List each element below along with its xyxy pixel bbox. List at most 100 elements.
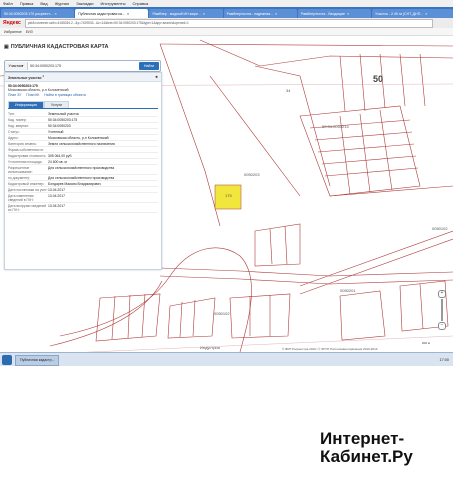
close-icon[interactable]: × [203, 11, 205, 16]
browser-window: Файл Правка Вид Журнал Закладки Инструме… [0, 0, 453, 366]
taskbar: Публичная кадастр... 17:00 [0, 352, 453, 366]
plan-zu-link[interactable]: План ЗУ [8, 93, 21, 97]
browser-logo: Яндекс [3, 20, 21, 26]
find-in-bounds-link[interactable]: Найти в границах объекта [44, 93, 85, 97]
row-key: Кад. номер: [8, 117, 27, 122]
table-row: Дата выгрузки сведений из ГКН: 13.04.2017 [8, 203, 158, 213]
row-value: 305 064,00 руб. [48, 153, 73, 158]
watermark-text: Интернет- Кабинет.Ру [320, 430, 413, 466]
map-label: 34 [286, 88, 291, 93]
browser-tab-active[interactable]: Публичная кадастровая ка... × [75, 9, 149, 18]
tab-label: Рамблер/почта - надежная... [226, 11, 274, 16]
start-button[interactable] [2, 355, 12, 365]
tab-bar: 50:34:0050203:175 росреест... × Публичная… [0, 7, 453, 18]
watermark-line: Интернет- [320, 429, 405, 448]
row-key: Уточненная площадь: [8, 159, 43, 164]
row-value: Учтенный [48, 129, 64, 134]
tab-services[interactable]: Услуги [44, 101, 70, 108]
tab-label: Рамблер/почта - Входящие [300, 11, 345, 16]
panel-header: Земельные участки 1 ★ [5, 73, 161, 82]
close-icon[interactable]: × [127, 11, 129, 16]
close-icon[interactable]: × [55, 11, 57, 16]
map-label: 0050102 [432, 226, 448, 231]
watermark-line: Кабинет.Ру [320, 447, 413, 466]
row-key: Статус: [8, 129, 20, 134]
map-copyright: © ФКП Росреестра 2010 | © ФГУП Ростехинв… [282, 347, 378, 351]
close-icon[interactable]: × [275, 11, 277, 16]
menu-history[interactable]: Журнал [55, 1, 70, 6]
star-icon[interactable]: ★ [155, 75, 158, 79]
tab-label: Публичная кадастровая ка... [78, 11, 125, 16]
row-key: Разрешенное использование: [8, 165, 33, 174]
row-value: Бондарев Максим Владимирович [48, 181, 101, 186]
row-value[interactable]: 50:34:0050203 [48, 123, 158, 128]
address-bar: Яндекс pkk5.rosreestr.ru/#x=4165034.2...… [0, 18, 453, 28]
map-label: 0050203 [244, 172, 260, 177]
browser-tab[interactable]: 50:34:0050203:175 росреест... × [1, 9, 75, 18]
row-value: Московская область, р-н Коломенский [48, 135, 109, 140]
row-value: Для сельскохозяйственного производства [48, 165, 115, 170]
taskbar-window-button[interactable]: Публичная кадастр... [15, 354, 60, 366]
row-value: 50:34:0050203:175 [48, 117, 78, 122]
scale-bar: 200 м [422, 341, 430, 345]
browser-tab[interactable]: Рамблер - модный ИН жари... × [149, 9, 223, 18]
browser-tab[interactable]: Рамблер/почта - Входящие × [297, 9, 372, 18]
plan-kk-link[interactable]: План КК [26, 93, 39, 97]
map-label: Индустрия [200, 345, 220, 350]
row-key: Адрес: [8, 135, 19, 140]
browser-tab[interactable]: Участок - 2.45 га (СНТ, ДНП... × [372, 9, 453, 18]
close-icon[interactable]: × [347, 11, 349, 16]
object-summary: 50:34:0050203:175 Московская область, р-… [5, 82, 161, 99]
menu-view[interactable]: Вид [40, 1, 47, 6]
object-address: Московская область, р-н Коломенский [8, 88, 69, 92]
search-type-label: Участок [8, 64, 22, 68]
table-row: Разрешенное использование: Для сельскохоз… [8, 165, 158, 175]
menu-bar: Файл Правка Вид Журнал Закладки Инструме… [0, 0, 453, 7]
row-value: 13.04.2017 [48, 193, 65, 198]
menu-help[interactable]: Справка [132, 1, 148, 6]
site-title: ПУБЛИЧНАЯ КАДАСТРОВАЯ КАРТА [10, 44, 109, 50]
tab-information[interactable]: Информация [8, 101, 45, 108]
row-key: Дата постановки на учет: [8, 187, 48, 192]
row-value: Земельный участок [48, 111, 79, 116]
bookmark-item[interactable]: ЕИЗ [26, 30, 33, 34]
table-row: Дата изменения сведений в ГКН: 13.04.2017 [8, 193, 158, 203]
row-key: по документу: [8, 175, 31, 180]
close-icon[interactable]: × [425, 11, 427, 16]
row-key: Кадастровая стоимость: [8, 153, 47, 158]
bookmark-item[interactable]: Избранное [4, 30, 22, 34]
tab-label: 50:34:0050203:175 росреест... [4, 11, 53, 16]
row-key: Дата изменения сведений в ГКН: [8, 193, 34, 202]
row-key: Кадастровый инженер: [8, 181, 45, 186]
panel-tabs: Информация Услуги [8, 101, 158, 109]
panel-title: Земельные участки [8, 76, 42, 81]
zone-number: 50 [373, 74, 384, 84]
search-input[interactable] [28, 61, 139, 71]
row-value: 13.04.2017 [48, 203, 65, 208]
zoom-in-button[interactable]: + [438, 290, 446, 298]
browser-tab[interactable]: Рамблер/почта - надежная... × [223, 9, 297, 18]
row-key: Тип: [8, 111, 15, 116]
row-value: 24 600 кв. м [48, 159, 67, 164]
map-icon: ▣ [4, 44, 9, 50]
menu-file[interactable]: Файл [3, 1, 13, 6]
tab-label: Участок - 2.45 га (СНТ, ДНП... [375, 11, 424, 16]
menu-bookmarks[interactable]: Закладки [76, 1, 93, 6]
row-value: Для сельскохозяйственного производства [48, 175, 115, 180]
search-type-select[interactable]: Участок ▾ [5, 62, 28, 70]
result-count: 1 [42, 73, 44, 78]
row-key: Дата выгрузки сведений из ГКН: [8, 203, 47, 212]
tab-label: Рамблер - модный ИН жари... [152, 11, 201, 16]
info-table: Тип: Земельный участок Кад. номер: 50:34:0… [8, 111, 158, 213]
info-panel: Земельные участки 1 ★ 50:34:0050203:175 … [4, 72, 162, 270]
url-field[interactable]: pkk5.rosreestr.ru/#x=4165034.2...&y=7429… [24, 18, 433, 28]
menu-tools[interactable]: Инструменты [101, 1, 126, 6]
parcel-label: 175 [225, 193, 232, 198]
bookmarks-bar: Избранное ЕИЗ [0, 28, 453, 36]
zoom-slider[interactable] [441, 299, 443, 321]
menu-edit[interactable]: Правка [20, 1, 34, 6]
row-key: Форма собственности: [8, 147, 44, 152]
zoom-out-button[interactable]: − [438, 322, 446, 330]
search-button[interactable]: Найти [139, 62, 159, 70]
zoom-control: + − [438, 290, 446, 330]
